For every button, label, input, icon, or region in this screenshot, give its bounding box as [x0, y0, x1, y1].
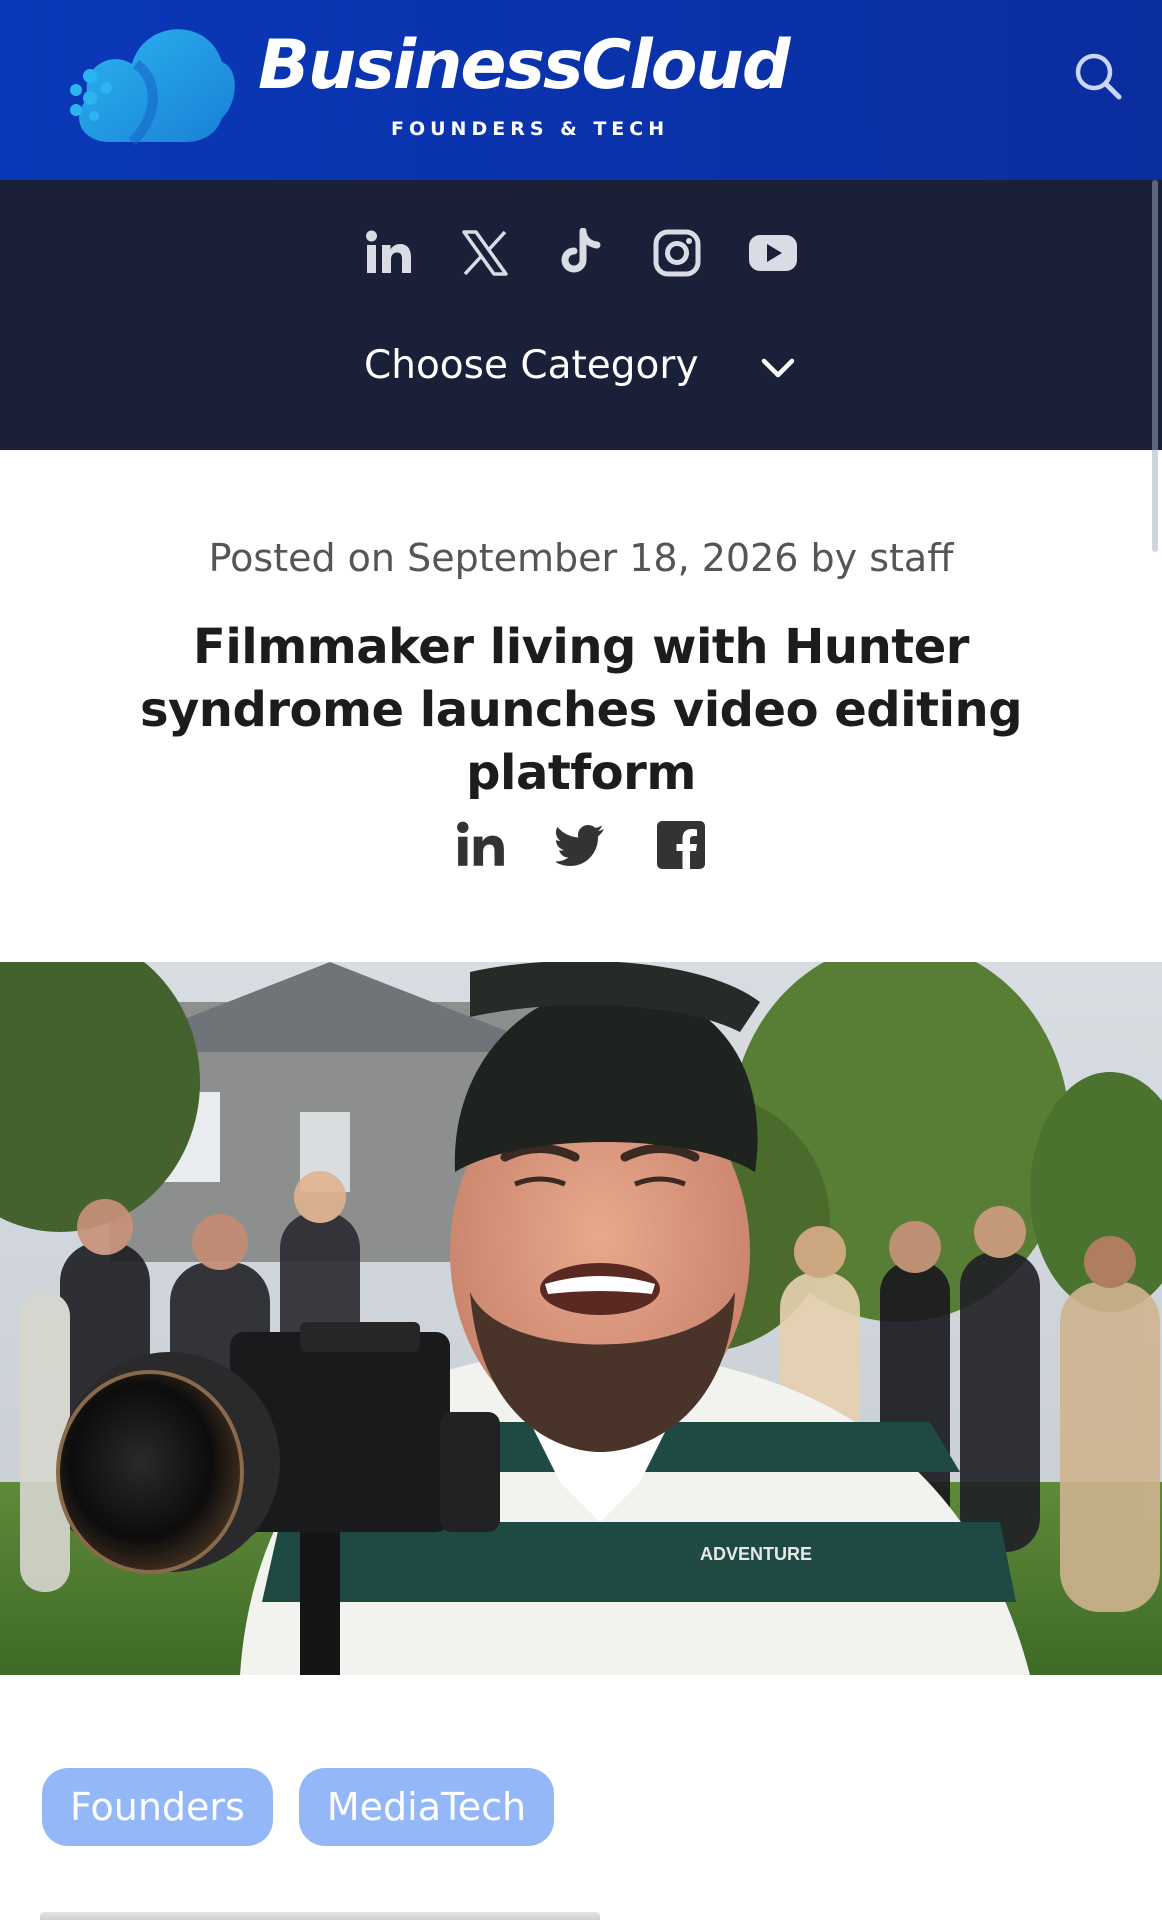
- site-header: BusinessCloud FOUNDERS & TECH: [0, 0, 1162, 180]
- tag-mediatech[interactable]: MediaTech: [298, 1768, 555, 1846]
- twitter-icon: [556, 825, 604, 866]
- site-logo-link[interactable]: BusinessCloud FOUNDERS & TECH: [40, 6, 800, 166]
- search-button[interactable]: [1068, 46, 1128, 106]
- tiktok-link[interactable]: [556, 228, 606, 278]
- chevron-down-icon: [761, 358, 795, 378]
- article-hero-image: ADVENTURE: [0, 962, 1162, 1675]
- category-dropdown[interactable]: Choose Category: [352, 332, 812, 398]
- cloud-logo-icon: [70, 29, 235, 146]
- share-linkedin-button[interactable]: [455, 818, 507, 872]
- share-buttons: [0, 818, 1162, 872]
- linkedin-icon: [457, 821, 504, 866]
- post-author[interactable]: staff: [869, 536, 953, 580]
- tag-founders[interactable]: Founders: [42, 1768, 273, 1846]
- post-meta: Posted on September 18, 2026 by staff: [0, 536, 1162, 580]
- article-tags: Founders MediaTech: [42, 1768, 555, 1846]
- instagram-icon: [653, 229, 701, 277]
- x-link[interactable]: [460, 228, 510, 278]
- brand-tagline: FOUNDERS & TECH: [391, 118, 670, 140]
- social-links: [0, 228, 1162, 278]
- linkedin-link[interactable]: [364, 228, 414, 278]
- shirt-text: ADVENTURE: [700, 1544, 812, 1564]
- instagram-link[interactable]: [652, 228, 702, 278]
- article-title: Filmmaker living with Hunter syndrome la…: [139, 619, 1023, 801]
- tiktok-icon: [561, 228, 601, 273]
- category-dropdown-label: Choose Category: [364, 342, 699, 388]
- post-date[interactable]: September 18, 2026: [407, 536, 798, 580]
- brand-name: BusinessCloud: [258, 26, 791, 105]
- linkedin-icon: [366, 230, 411, 273]
- share-twitter-button[interactable]: [555, 818, 607, 872]
- search-icon: [1075, 53, 1122, 100]
- youtube-icon: [749, 235, 797, 271]
- post-meta-by: by: [798, 536, 870, 580]
- page-scrollbar[interactable]: [1152, 180, 1158, 552]
- share-facebook-button[interactable]: [655, 818, 707, 872]
- hero-photo: ADVENTURE: [0, 962, 1162, 1675]
- post-meta-prefix: Posted on: [208, 536, 408, 580]
- nav-bar: Choose Category: [0, 180, 1162, 552]
- youtube-link[interactable]: [748, 228, 798, 278]
- facebook-icon: [657, 821, 705, 869]
- x-icon: [462, 230, 508, 276]
- next-content-edge: [40, 1912, 600, 1920]
